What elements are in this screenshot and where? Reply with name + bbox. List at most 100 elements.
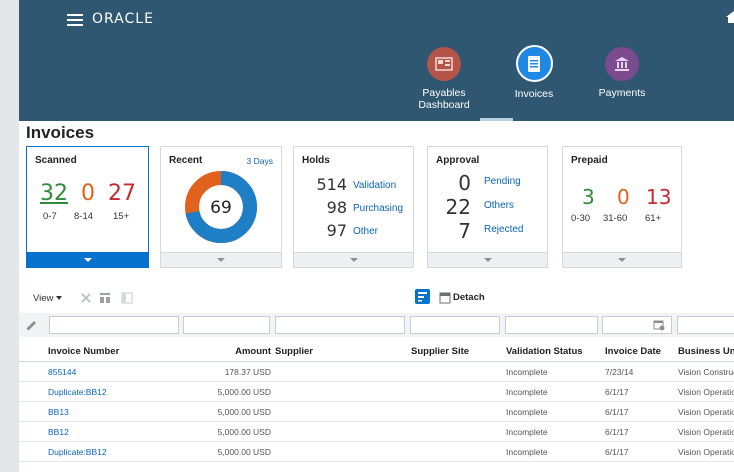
filter-invoice-number[interactable] (49, 316, 179, 334)
tile-prepaid[interactable]: Prepaid 3 0 13 0-30 31-60 61+ (562, 146, 682, 268)
prepaid-count-61-plus[interactable]: 13 (646, 185, 671, 209)
bucket-label: 15+ (113, 211, 130, 222)
holds-row-purchasing[interactable]: 98 Purchasing (294, 198, 413, 220)
tile-expand-toggle[interactable] (27, 252, 148, 267)
table-row[interactable]: BB12 5,000.00 USD Incomplete 6/1/17 Visi… (19, 422, 734, 442)
tile-title: Holds (302, 155, 330, 166)
home-icon[interactable] (726, 11, 734, 23)
recent-total: 69 (210, 198, 232, 218)
global-header: ORACLE Payables Dashboard Invoices Payme… (19, 0, 734, 121)
invoice-number-link[interactable]: 855144 (48, 367, 76, 377)
filter-invoice-date[interactable] (602, 316, 672, 334)
filter-supplier[interactable] (275, 316, 405, 334)
hold-label: Validation (353, 180, 397, 191)
column-header-invoice-number[interactable]: Invoice Number (48, 346, 119, 357)
prepaid-count-31-60[interactable]: 0 (617, 185, 630, 209)
view-menu[interactable]: View (33, 293, 63, 304)
validation-status-cell: Incomplete (506, 387, 548, 397)
approval-count: 7 (458, 219, 471, 243)
bucket-label: 0-7 (43, 211, 57, 222)
chevron-down-icon (618, 258, 626, 262)
column-header-invoice-date[interactable]: Invoice Date (605, 346, 661, 357)
invoice-number-link[interactable]: BB12 (48, 427, 69, 437)
invoice-date-cell: 6/1/17 (605, 387, 629, 397)
invoice-number-link[interactable]: Duplicate:BB12 (48, 387, 107, 397)
invoice-number-link[interactable]: BB13 (48, 407, 69, 417)
filter-validation-status[interactable] (505, 316, 598, 334)
tile-title: Scanned (35, 155, 77, 166)
filter-amount[interactable] (183, 316, 270, 334)
scanned-count-0-7[interactable]: 32 (40, 181, 68, 206)
invoice-date-cell: 6/1/17 (605, 427, 629, 437)
detach-icon[interactable] (439, 292, 451, 304)
holds-row-other[interactable]: 97 Other (294, 221, 413, 243)
delete-icon[interactable] (80, 292, 92, 304)
nav-label: Invoices (514, 88, 554, 100)
tile-expand-toggle[interactable] (161, 252, 281, 267)
recent-period-link[interactable]: 3 Days (247, 156, 273, 166)
table-row[interactable]: 855144 178.37 USD Incomplete 7/23/14 Vis… (19, 362, 734, 382)
column-header-supplier[interactable]: Supplier (275, 346, 313, 357)
nav-payables-dashboard[interactable]: Payables Dashboard (404, 47, 484, 111)
filter-supplier-site[interactable] (410, 316, 500, 334)
column-header-amount[interactable]: Amount (199, 346, 271, 357)
business-unit-cell: Vision Operatio (678, 447, 734, 457)
holds-row-validation[interactable]: 514 Validation (294, 175, 413, 197)
filter-business-unit[interactable] (677, 316, 734, 334)
tile-title: Recent (169, 155, 203, 166)
tile-expand-toggle[interactable] (428, 252, 547, 267)
bucket-label: 0-30 (571, 213, 591, 224)
tile-expand-toggle[interactable] (294, 252, 413, 267)
query-by-example-button[interactable] (415, 289, 430, 304)
tile-recent[interactable]: Recent 3 Days 69 (160, 146, 282, 268)
column-header-validation-status[interactable]: Validation Status (506, 346, 583, 357)
prepaid-count-0-30[interactable]: 3 (582, 185, 595, 209)
table-row[interactable]: BB13 5,000.00 USD Incomplete 6/1/17 Visi… (19, 402, 734, 422)
left-edge-panel (0, 0, 19, 472)
calendar-icon[interactable] (653, 319, 665, 331)
nav-payments[interactable]: Payments (582, 47, 662, 99)
menu-icon[interactable] (67, 14, 83, 27)
hold-count: 98 (326, 198, 347, 217)
columns-icon[interactable] (99, 292, 111, 304)
nav-label: Payments (598, 87, 646, 99)
column-header-business-unit[interactable]: Business Un (678, 346, 734, 357)
scanned-count-8-14[interactable]: 0 (81, 181, 95, 206)
invoice-date-cell: 7/23/14 (605, 367, 634, 377)
invoice-number-link[interactable]: Duplicate:BB12 (48, 447, 107, 457)
nav-invoices[interactable]: Invoices (494, 45, 574, 100)
hold-label: Other (353, 226, 379, 237)
chevron-down-icon (217, 258, 225, 262)
recent-donut-chart[interactable]: 69 (183, 169, 259, 245)
tile-holds[interactable]: Holds 514 Validation 98 Purchasing 97 Ot… (293, 146, 414, 268)
freeze-icon[interactable] (121, 292, 133, 304)
tile-approval[interactable]: Approval 0 Pending 22 Others 7 Rejected (427, 146, 548, 268)
caret-down-icon (56, 296, 63, 301)
business-unit-cell: Vision Operatio (678, 427, 734, 437)
filter-icon (418, 292, 427, 302)
detach-button[interactable]: Detach (453, 292, 485, 303)
page-title: Invoices (26, 123, 95, 142)
payables-dashboard-icon (427, 47, 461, 81)
table-row[interactable]: Duplicate:BB12 5,000.00 USD Incomplete 6… (19, 442, 734, 462)
invoice-date-cell: 6/1/17 (605, 447, 629, 457)
approval-count: 22 (445, 195, 471, 219)
edit-icon[interactable] (26, 320, 37, 331)
scanned-count-15-plus[interactable]: 27 (108, 181, 136, 206)
amount-cell: 5,000.00 USD (217, 387, 271, 397)
hold-label: Purchasing (353, 203, 404, 214)
approval-label: Pending (484, 176, 521, 187)
tile-expand-toggle[interactable] (563, 252, 681, 267)
approval-row-others[interactable]: 22 Others (428, 195, 547, 219)
amount-cell: 5,000.00 USD (217, 407, 271, 417)
table-row[interactable]: Duplicate:BB12 5,000.00 USD Incomplete 6… (19, 382, 734, 402)
validation-status-cell: Incomplete (506, 447, 548, 457)
tile-scanned[interactable]: Scanned 32 0 27 0-7 8-14 15+ (26, 146, 149, 268)
approval-row-pending[interactable]: 0 Pending (428, 171, 547, 195)
amount-cell: 5,000.00 USD (217, 447, 271, 457)
approval-row-rejected[interactable]: 7 Rejected (428, 219, 547, 243)
chevron-down-icon (483, 258, 492, 262)
business-unit-cell: Vision Construc (678, 367, 734, 377)
hold-count: 97 (326, 221, 347, 240)
column-header-supplier-site[interactable]: Supplier Site (411, 346, 469, 357)
